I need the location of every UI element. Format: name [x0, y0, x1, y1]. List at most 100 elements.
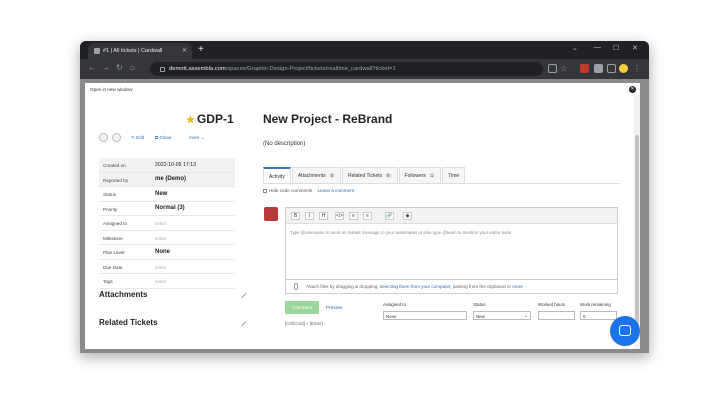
minimize-icon[interactable]: — [594, 44, 601, 51]
attach-more-link[interactable]: more [512, 284, 522, 289]
related-tickets-title: Related Tickets [99, 318, 158, 327]
tab-close-icon[interactable]: ✕ [182, 47, 187, 54]
comment-button[interactable]: Comment [285, 301, 319, 314]
worked-hours-input[interactable] [538, 311, 575, 320]
modal-header: Open in new window ✕ [85, 83, 640, 95]
meta-value[interactable]: select [155, 279, 166, 284]
meta-value[interactable]: select [155, 221, 166, 226]
work-remaining-input[interactable]: 0 [580, 311, 617, 320]
preview-toggle-button[interactable]: ◉ [403, 212, 412, 220]
extension-icon[interactable] [580, 64, 589, 73]
ticket-tabs: Activity Attachments 0 Related Tickets 0 Foll… [263, 167, 466, 183]
maximize-icon[interactable]: ☐ [613, 44, 619, 52]
activity-options: Hide code comments Leave a comment [263, 188, 354, 193]
modal-close-icon[interactable]: ✕ [629, 86, 636, 93]
tab-followers[interactable]: Followers 1 [398, 167, 442, 183]
edit-button[interactable]: ✎ Edit [131, 135, 144, 141]
tab-count-badge: 0 [385, 173, 392, 178]
meta-row: Due Date select [99, 260, 235, 274]
related-edit-icon[interactable] [237, 317, 247, 327]
url-path: /spaces/Graphic-Design-Project/tickets/r… [225, 66, 396, 72]
meta-row: Assigned to select [99, 216, 235, 231]
meta-value: me (Demo) [155, 176, 187, 182]
address-bar[interactable]: demott.assembla.com /spaces/Graphic-Desi… [150, 62, 543, 76]
star-icon[interactable]: ★ [186, 115, 195, 126]
status-label: Status [473, 302, 486, 307]
bullet-list-button[interactable]: ≡ [349, 212, 358, 220]
tab-label: Time [448, 173, 460, 179]
tab-count-badge: 1 [428, 173, 436, 178]
tab-activity[interactable]: Activity [263, 167, 291, 183]
meta-key: Reported by [103, 177, 129, 183]
ticket-description[interactable]: (No description) [263, 141, 305, 147]
paperclip-icon [294, 283, 298, 290]
tab-label: Attachments [297, 173, 326, 179]
meta-value[interactable]: select [155, 236, 166, 241]
ticket-id: ★ GDP-1 [186, 112, 234, 126]
numbered-list-button[interactable]: ≡ [363, 212, 372, 220]
ticket-meta-table: Created on 2022-10-05 17:13 Reported by me … [99, 158, 235, 289]
tab-attachments[interactable]: Attachments 0 [291, 167, 341, 183]
ticket-title: New Project - ReBrand [263, 112, 393, 126]
home-icon[interactable]: ⌂ [130, 63, 135, 72]
chevron-down-icon: ⌄ [524, 313, 528, 318]
leave-comment-link[interactable]: Leave a comment [317, 188, 354, 193]
chat-launcher-button[interactable] [610, 316, 640, 346]
modal-scrollbar[interactable] [634, 95, 640, 349]
browser-window: #1 | All tickets | Cardwall ✕ + ⌄ — ☐ ✕ … [80, 41, 649, 353]
meta-row: Priority Normal (3) [99, 202, 235, 216]
share-icon[interactable] [548, 64, 557, 73]
bold-button[interactable]: B [291, 212, 300, 220]
tab-time[interactable]: Time [442, 167, 466, 183]
attachments-edit-icon[interactable] [237, 289, 247, 299]
scrollbar-thumb[interactable] [635, 135, 639, 325]
window-close-icon[interactable]: ✕ [632, 44, 638, 52]
profile-avatar[interactable] [619, 64, 628, 73]
next-ticket-button[interactable] [112, 133, 121, 142]
meta-value[interactable]: select [155, 265, 166, 270]
more-button[interactable]: more ⌄ [189, 135, 205, 141]
attach-text: Attach files by dragging & dropping, [306, 284, 379, 289]
attach-tail: , pasting from the clipboard or [450, 284, 512, 289]
work-remaining-label: Work remaining [580, 302, 611, 307]
attachments-title: Attachments [99, 290, 148, 299]
heading-button[interactable]: H [319, 212, 328, 220]
sidepanel-icon[interactable] [607, 64, 616, 73]
tab-search-icon[interactable]: ⌄ [572, 44, 578, 52]
lock-icon [160, 66, 165, 72]
assigned-to-input[interactable]: None [383, 311, 467, 320]
forward-icon[interactable]: → [102, 63, 110, 72]
worked-hours-label: Worked hours [538, 302, 566, 307]
new-tab-icon[interactable]: + [198, 44, 204, 55]
attach-files-bar[interactable]: Attach files by dragging & dropping, sel… [285, 280, 618, 294]
meta-value: Normal (3) [155, 205, 185, 211]
puzzle-icon[interactable] [594, 64, 603, 73]
meta-row: Milestone select [99, 231, 235, 245]
comment-placeholder: Type @username to send an instant messag… [290, 230, 512, 235]
star-icon[interactable]: ☆ [560, 64, 569, 73]
italic-button[interactable]: I [305, 212, 314, 220]
hide-code-comments-checkbox[interactable] [263, 189, 267, 193]
tab-count-badge: 0 [328, 173, 335, 178]
browser-tab[interactable]: #1 | All tickets | Cardwall ✕ [88, 43, 192, 59]
preview-link[interactable]: Preview [326, 305, 342, 310]
status-select[interactable]: New ⌄ [473, 311, 531, 320]
reload-icon[interactable]: ↻ [116, 63, 123, 72]
select-files-link[interactable]: selecting them from your computer [380, 284, 450, 289]
code-button[interactable]: </> [335, 212, 344, 220]
assigned-to-label: Assigned to [383, 302, 406, 307]
meta-value: None [155, 248, 170, 255]
hide-code-comments-label: Hide code comments [269, 188, 313, 193]
tab-label: Related Tickets [347, 173, 383, 179]
comment-editor[interactable]: B I H </> ≡ ≡ 🔗 ◉ Type @username to send an ins… [285, 207, 618, 280]
tab-related-tickets[interactable]: Related Tickets 0 [341, 167, 398, 183]
ticket-main: New Project - ReBrand (No description) A… [263, 103, 635, 349]
url-host: demott.assembla.com [169, 66, 226, 72]
meta-key: Due Date [103, 264, 123, 270]
prev-ticket-button[interactable] [99, 133, 108, 142]
link-button[interactable]: 🔗 [385, 212, 394, 220]
back-icon[interactable]: ← [88, 63, 96, 72]
open-new-window-link[interactable]: Open in new window [90, 87, 132, 92]
clone-button[interactable]: ⧉ Clone [155, 135, 172, 140]
kebab-menu-icon[interactable]: ⋮ [633, 64, 642, 73]
